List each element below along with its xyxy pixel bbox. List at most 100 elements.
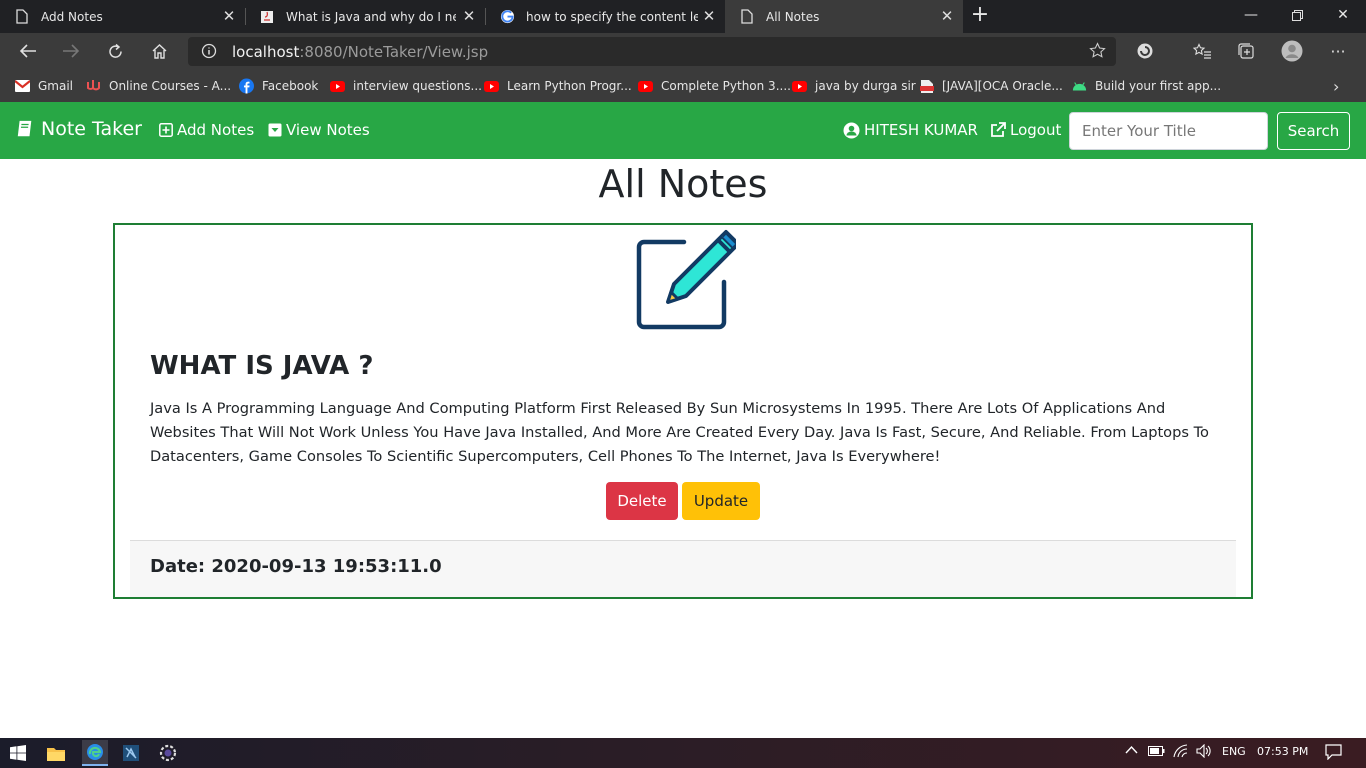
favorites-icon[interactable]: [1188, 37, 1216, 65]
brand-text: Note Taker: [41, 118, 142, 140]
gmail-icon: [15, 79, 30, 94]
nav-logout[interactable]: Logout: [990, 121, 1061, 139]
edge-browser-icon[interactable]: [82, 740, 108, 766]
youtube-icon: [484, 79, 499, 94]
forward-button[interactable]: [57, 37, 85, 65]
new-tab-button[interactable]: +: [968, 4, 992, 28]
bookmark-label: Gmail: [38, 79, 74, 93]
tab-title: Add Notes: [41, 9, 103, 24]
back-button[interactable]: [14, 37, 42, 65]
url-text[interactable]: localhost:8080/NoteTaker/View.jsp: [232, 43, 488, 61]
brand-link[interactable]: Note Taker: [16, 118, 142, 140]
wifi-icon[interactable]: [1173, 744, 1190, 761]
update-button[interactable]: Update: [682, 482, 760, 520]
restore-button[interactable]: [1274, 0, 1320, 33]
bookmark-label: Learn Python Progr...: [507, 79, 632, 93]
tab-title: how to specify the content lengt: [526, 9, 698, 24]
bookmark-label: Online Courses - A...: [109, 79, 232, 93]
tab-title: What is Java and why do I need: [286, 9, 456, 24]
bookmark-label: java by durga sir: [815, 79, 916, 93]
file-explorer-icon[interactable]: [45, 742, 67, 764]
android-icon: [1072, 79, 1087, 94]
windows-start-icon[interactable]: [7, 742, 29, 764]
bookmarks-overflow-chevron-icon[interactable]: ›: [1333, 76, 1339, 96]
browser-tab[interactable]: how to specify the content lengt ✕: [485, 0, 725, 33]
nav-view-notes[interactable]: View Notes: [268, 121, 370, 139]
plus-square-icon: [159, 123, 173, 137]
bookmark-java-oca[interactable]: [JAVA][OCA Oracle...: [919, 76, 1063, 96]
browser-tab-bar: Add Notes ✕ What is Java and why do I ne…: [0, 0, 1366, 33]
note-content: Java Is A Programming Language And Compu…: [150, 400, 1209, 465]
external-link-icon: [991, 122, 1006, 137]
tray-chevron-up-icon[interactable]: [1125, 744, 1138, 757]
url-host: localhost: [232, 43, 300, 61]
profile-avatar[interactable]: [1278, 37, 1306, 65]
search-button[interactable]: Search: [1277, 112, 1350, 150]
udemy-icon: [86, 79, 101, 94]
more-menu-icon[interactable]: ···: [1324, 37, 1352, 65]
home-button[interactable]: [145, 37, 173, 65]
nav-add-notes-label: Add Notes: [177, 121, 255, 139]
nav-logout-label: Logout: [1010, 121, 1062, 139]
favorite-star-icon[interactable]: [1089, 42, 1106, 63]
close-window-button[interactable]: ✕: [1320, 0, 1366, 33]
info-icon[interactable]: [201, 43, 217, 63]
app-navbar: Note Taker Add Notes View Notes HITESH K…: [0, 102, 1366, 159]
bookmark-java-durga[interactable]: java by durga sir: [792, 76, 916, 96]
nav-user-label: HITESH KUMAR: [864, 121, 978, 139]
facebook-icon: [239, 78, 254, 94]
bookmark-online-courses[interactable]: Online Courses - A...: [86, 76, 231, 96]
note-date: Date: 2020-09-13 19:53:11.0: [150, 556, 442, 577]
bookmark-label: Complete Python 3....: [661, 79, 791, 93]
bookmark-learn-python[interactable]: Learn Python Progr...: [484, 76, 632, 96]
bookmark-facebook[interactable]: Facebook: [239, 76, 318, 96]
page-title: All Notes: [598, 162, 768, 206]
minimize-button[interactable]: —: [1228, 0, 1274, 33]
bookmark-complete-python[interactable]: Complete Python 3....: [638, 76, 791, 96]
browser-tab[interactable]: Add Notes ✕: [0, 0, 245, 33]
delete-button[interactable]: Delete: [606, 482, 678, 520]
bookmarks-bar: Gmail Online Courses - A... Facebook int…: [0, 70, 1366, 102]
close-icon[interactable]: ✕: [461, 8, 477, 24]
volume-icon[interactable]: [1196, 743, 1212, 761]
bookmark-label: Facebook: [262, 79, 319, 93]
user-circle-icon: [843, 122, 860, 138]
java-icon: [259, 9, 275, 25]
close-icon[interactable]: ✕: [221, 8, 237, 24]
card-footer: Date: 2020-09-13 19:53:11.0: [130, 540, 1236, 597]
refresh-button[interactable]: [101, 37, 129, 65]
browser-tab-active[interactable]: All Notes ✕: [725, 0, 963, 33]
pdf-icon: [919, 79, 934, 94]
extension-icon[interactable]: [1131, 37, 1159, 65]
close-icon[interactable]: ✕: [701, 8, 717, 24]
youtube-icon: [638, 79, 653, 94]
eclipse-settings-icon[interactable]: [157, 742, 179, 764]
bookmark-build-app[interactable]: Build your first app...: [1072, 76, 1221, 96]
google-icon: [499, 9, 515, 25]
bookmark-label: interview questions...: [353, 79, 482, 93]
os-taskbar: ENG 07:53 PM: [0, 738, 1366, 768]
clock-time[interactable]: 07:53 PM: [1257, 745, 1308, 758]
note-card: WHAT IS JAVA ? Java Is A Programming Lan…: [113, 223, 1253, 599]
browser-toolbar: localhost:8080/NoteTaker/View.jsp ···: [0, 33, 1366, 70]
note-pencil-icon: [636, 230, 736, 330]
bookmark-gmail[interactable]: Gmail: [15, 76, 73, 96]
collections-icon[interactable]: [1232, 37, 1260, 65]
page-icon: [739, 9, 755, 25]
bookmark-interview-questions[interactable]: interview questions...: [330, 76, 482, 96]
close-icon[interactable]: ✕: [939, 8, 955, 24]
search-input[interactable]: [1069, 112, 1268, 150]
notification-icon[interactable]: [1325, 744, 1342, 763]
note-title: WHAT IS JAVA ?: [150, 351, 374, 381]
nav-user[interactable]: HITESH KUMAR: [843, 121, 978, 139]
sql-tool-icon[interactable]: [120, 742, 142, 764]
tab-title: All Notes: [766, 9, 820, 24]
address-bar[interactable]: localhost:8080/NoteTaker/View.jsp: [188, 37, 1116, 66]
page-icon: [14, 9, 30, 25]
language-indicator[interactable]: ENG: [1222, 745, 1246, 758]
nav-view-notes-label: View Notes: [286, 121, 370, 139]
battery-icon[interactable]: [1148, 746, 1165, 759]
browser-tab[interactable]: What is Java and why do I need ✕: [245, 0, 485, 33]
bookmark-label: Build your first app...: [1095, 79, 1222, 93]
nav-add-notes[interactable]: Add Notes: [159, 121, 254, 139]
